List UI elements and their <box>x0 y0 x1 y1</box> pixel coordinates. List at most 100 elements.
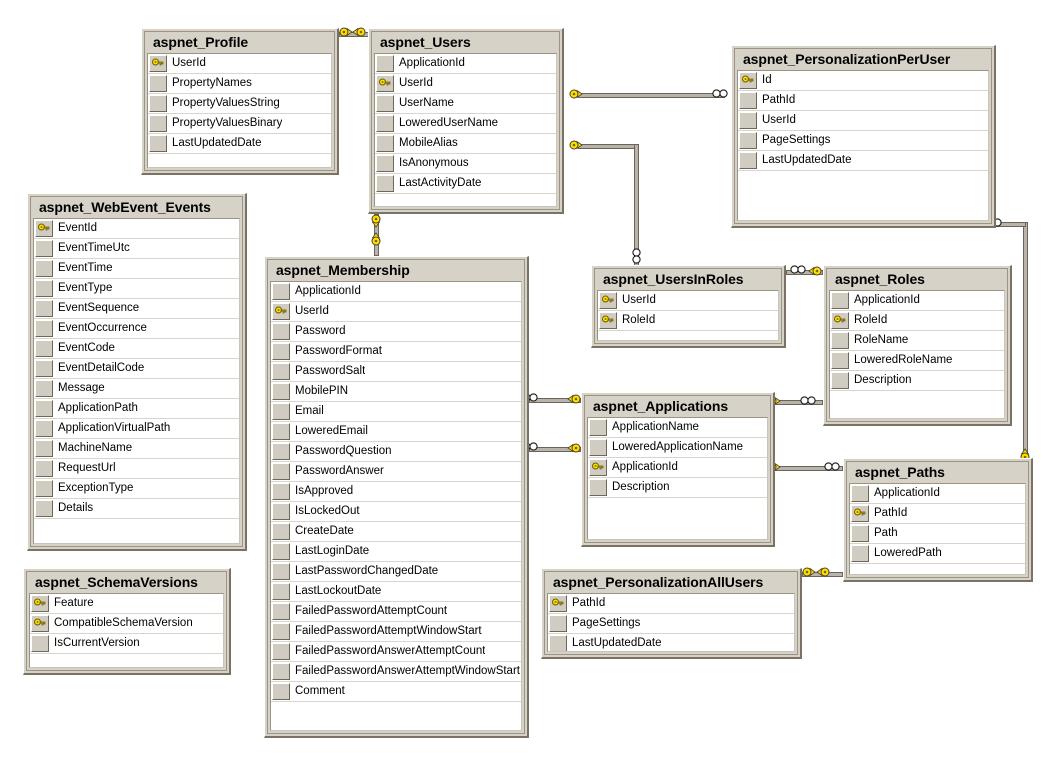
primary-key-icon[interactable] <box>739 72 757 89</box>
column-row[interactable]: ApplicationId <box>850 484 1025 504</box>
column-grid[interactable]: ApplicationId RoleId RoleName LoweredRoleNa… <box>829 290 1005 419</box>
table-applications[interactable]: aspnet_Applications ApplicationName Lowere… <box>581 392 775 547</box>
row-selector[interactable] <box>35 380 53 397</box>
row-selector[interactable] <box>272 343 290 360</box>
primary-key-icon[interactable] <box>31 615 49 632</box>
column-row[interactable]: PageSettings <box>738 131 988 151</box>
column-row[interactable]: PropertyNames <box>148 74 331 94</box>
column-row[interactable]: ApplicationId <box>588 458 767 478</box>
column-grid[interactable]: UserId PropertyNames PropertyValuesString P… <box>147 53 332 168</box>
row-selector[interactable] <box>35 300 53 317</box>
column-row[interactable]: Email <box>271 402 521 422</box>
row-selector[interactable] <box>589 439 607 456</box>
row-selector[interactable] <box>376 155 394 172</box>
row-selector[interactable] <box>35 460 53 477</box>
column-row[interactable]: PathId <box>850 504 1025 524</box>
row-selector[interactable] <box>272 323 290 340</box>
row-selector[interactable] <box>35 480 53 497</box>
primary-key-icon[interactable] <box>35 220 53 237</box>
row-selector[interactable] <box>149 115 167 132</box>
column-row[interactable]: Comment <box>271 682 521 702</box>
column-row[interactable]: UserName <box>375 94 556 114</box>
row-selector[interactable] <box>272 623 290 640</box>
row-selector[interactable] <box>376 135 394 152</box>
column-row[interactable]: PathId <box>738 91 988 111</box>
row-selector[interactable] <box>35 500 53 517</box>
column-row[interactable]: MobileAlias <box>375 134 556 154</box>
table-personalizationallusers[interactable]: aspnet_PersonalizationAllUsers PathId Page… <box>541 568 802 659</box>
row-selector[interactable] <box>376 95 394 112</box>
column-row[interactable]: Description <box>588 478 767 498</box>
column-row[interactable]: EventType <box>34 279 239 299</box>
column-row[interactable]: Message <box>34 379 239 399</box>
row-selector[interactable] <box>589 419 607 436</box>
column-row[interactable]: PathId <box>548 594 794 614</box>
column-row[interactable]: EventDetailCode <box>34 359 239 379</box>
column-row[interactable]: LoweredPath <box>850 544 1025 564</box>
column-row[interactable]: PasswordFormat <box>271 342 521 362</box>
column-row[interactable]: LastPasswordChangedDate <box>271 562 521 582</box>
column-row[interactable]: PasswordAnswer <box>271 462 521 482</box>
primary-key-icon[interactable] <box>589 459 607 476</box>
row-selector[interactable] <box>272 503 290 520</box>
column-row[interactable]: CompatibleSchemaVersion <box>30 614 223 634</box>
row-selector[interactable] <box>35 440 53 457</box>
primary-key-icon[interactable] <box>599 292 617 309</box>
column-row[interactable]: UserId <box>738 111 988 131</box>
table-schemaversions[interactable]: aspnet_SchemaVersions Feature CompatibleSc… <box>23 568 231 675</box>
row-selector[interactable] <box>35 360 53 377</box>
table-users[interactable]: aspnet_Users ApplicationId UserId UserName L… <box>368 28 564 214</box>
row-selector[interactable] <box>549 635 567 651</box>
column-row[interactable]: Id <box>738 71 988 91</box>
column-row[interactable]: EventTime <box>34 259 239 279</box>
column-grid[interactable]: ApplicationId UserId UserName LoweredUserNa… <box>374 53 557 207</box>
primary-key-icon[interactable] <box>831 312 849 329</box>
column-grid[interactable]: ApplicationId PathId Path LoweredPath <box>849 483 1026 575</box>
row-selector[interactable] <box>376 175 394 192</box>
row-selector[interactable] <box>272 443 290 460</box>
row-selector[interactable] <box>831 352 849 369</box>
row-selector[interactable] <box>272 643 290 660</box>
column-grid[interactable]: PathId PageSettings LastUpdatedDate <box>547 593 795 652</box>
row-selector[interactable] <box>739 92 757 109</box>
column-grid[interactable]: Feature CompatibleSchemaVersion IsCurrentV… <box>29 593 224 668</box>
row-selector[interactable] <box>272 663 290 680</box>
primary-key-icon[interactable] <box>599 312 617 329</box>
row-selector[interactable] <box>831 292 849 309</box>
row-selector[interactable] <box>831 372 849 389</box>
column-row[interactable]: LastUpdatedDate <box>738 151 988 171</box>
row-selector[interactable] <box>272 583 290 600</box>
primary-key-icon[interactable] <box>272 303 290 320</box>
column-row[interactable]: LastUpdatedDate <box>148 134 331 154</box>
row-selector[interactable] <box>272 603 290 620</box>
column-row[interactable]: EventCode <box>34 339 239 359</box>
row-selector[interactable] <box>35 320 53 337</box>
row-selector[interactable] <box>272 523 290 540</box>
row-selector[interactable] <box>272 563 290 580</box>
column-row[interactable]: ApplicationVirtualPath <box>34 419 239 439</box>
column-row[interactable]: PropertyValuesString <box>148 94 331 114</box>
row-selector[interactable] <box>35 240 53 257</box>
row-selector[interactable] <box>272 683 290 700</box>
column-row[interactable]: RoleId <box>830 311 1004 331</box>
column-row[interactable]: Feature <box>30 594 223 614</box>
row-selector[interactable] <box>376 55 394 72</box>
row-selector[interactable] <box>739 152 757 169</box>
row-selector[interactable] <box>35 280 53 297</box>
column-row[interactable]: ApplicationPath <box>34 399 239 419</box>
column-row[interactable]: UserId <box>598 291 778 311</box>
row-selector[interactable] <box>149 95 167 112</box>
column-row[interactable]: UserId <box>148 54 331 74</box>
row-selector[interactable] <box>35 400 53 417</box>
column-row[interactable]: ApplicationId <box>375 54 556 74</box>
row-selector[interactable] <box>739 132 757 149</box>
table-usersinroles[interactable]: aspnet_UsersInRoles UserId RoleId <box>591 265 786 348</box>
column-row[interactable]: PasswordSalt <box>271 362 521 382</box>
column-row[interactable]: LastLoginDate <box>271 542 521 562</box>
column-grid[interactable]: EventId EventTimeUtc EventTime EventType Eve… <box>33 218 240 544</box>
primary-key-icon[interactable] <box>549 595 567 612</box>
column-row[interactable]: LoweredUserName <box>375 114 556 134</box>
row-selector[interactable] <box>589 479 607 496</box>
column-row[interactable]: MobilePIN <box>271 382 521 402</box>
table-webeventevents[interactable]: aspnet_WebEvent_Events EventId EventTimeUt… <box>27 193 247 551</box>
